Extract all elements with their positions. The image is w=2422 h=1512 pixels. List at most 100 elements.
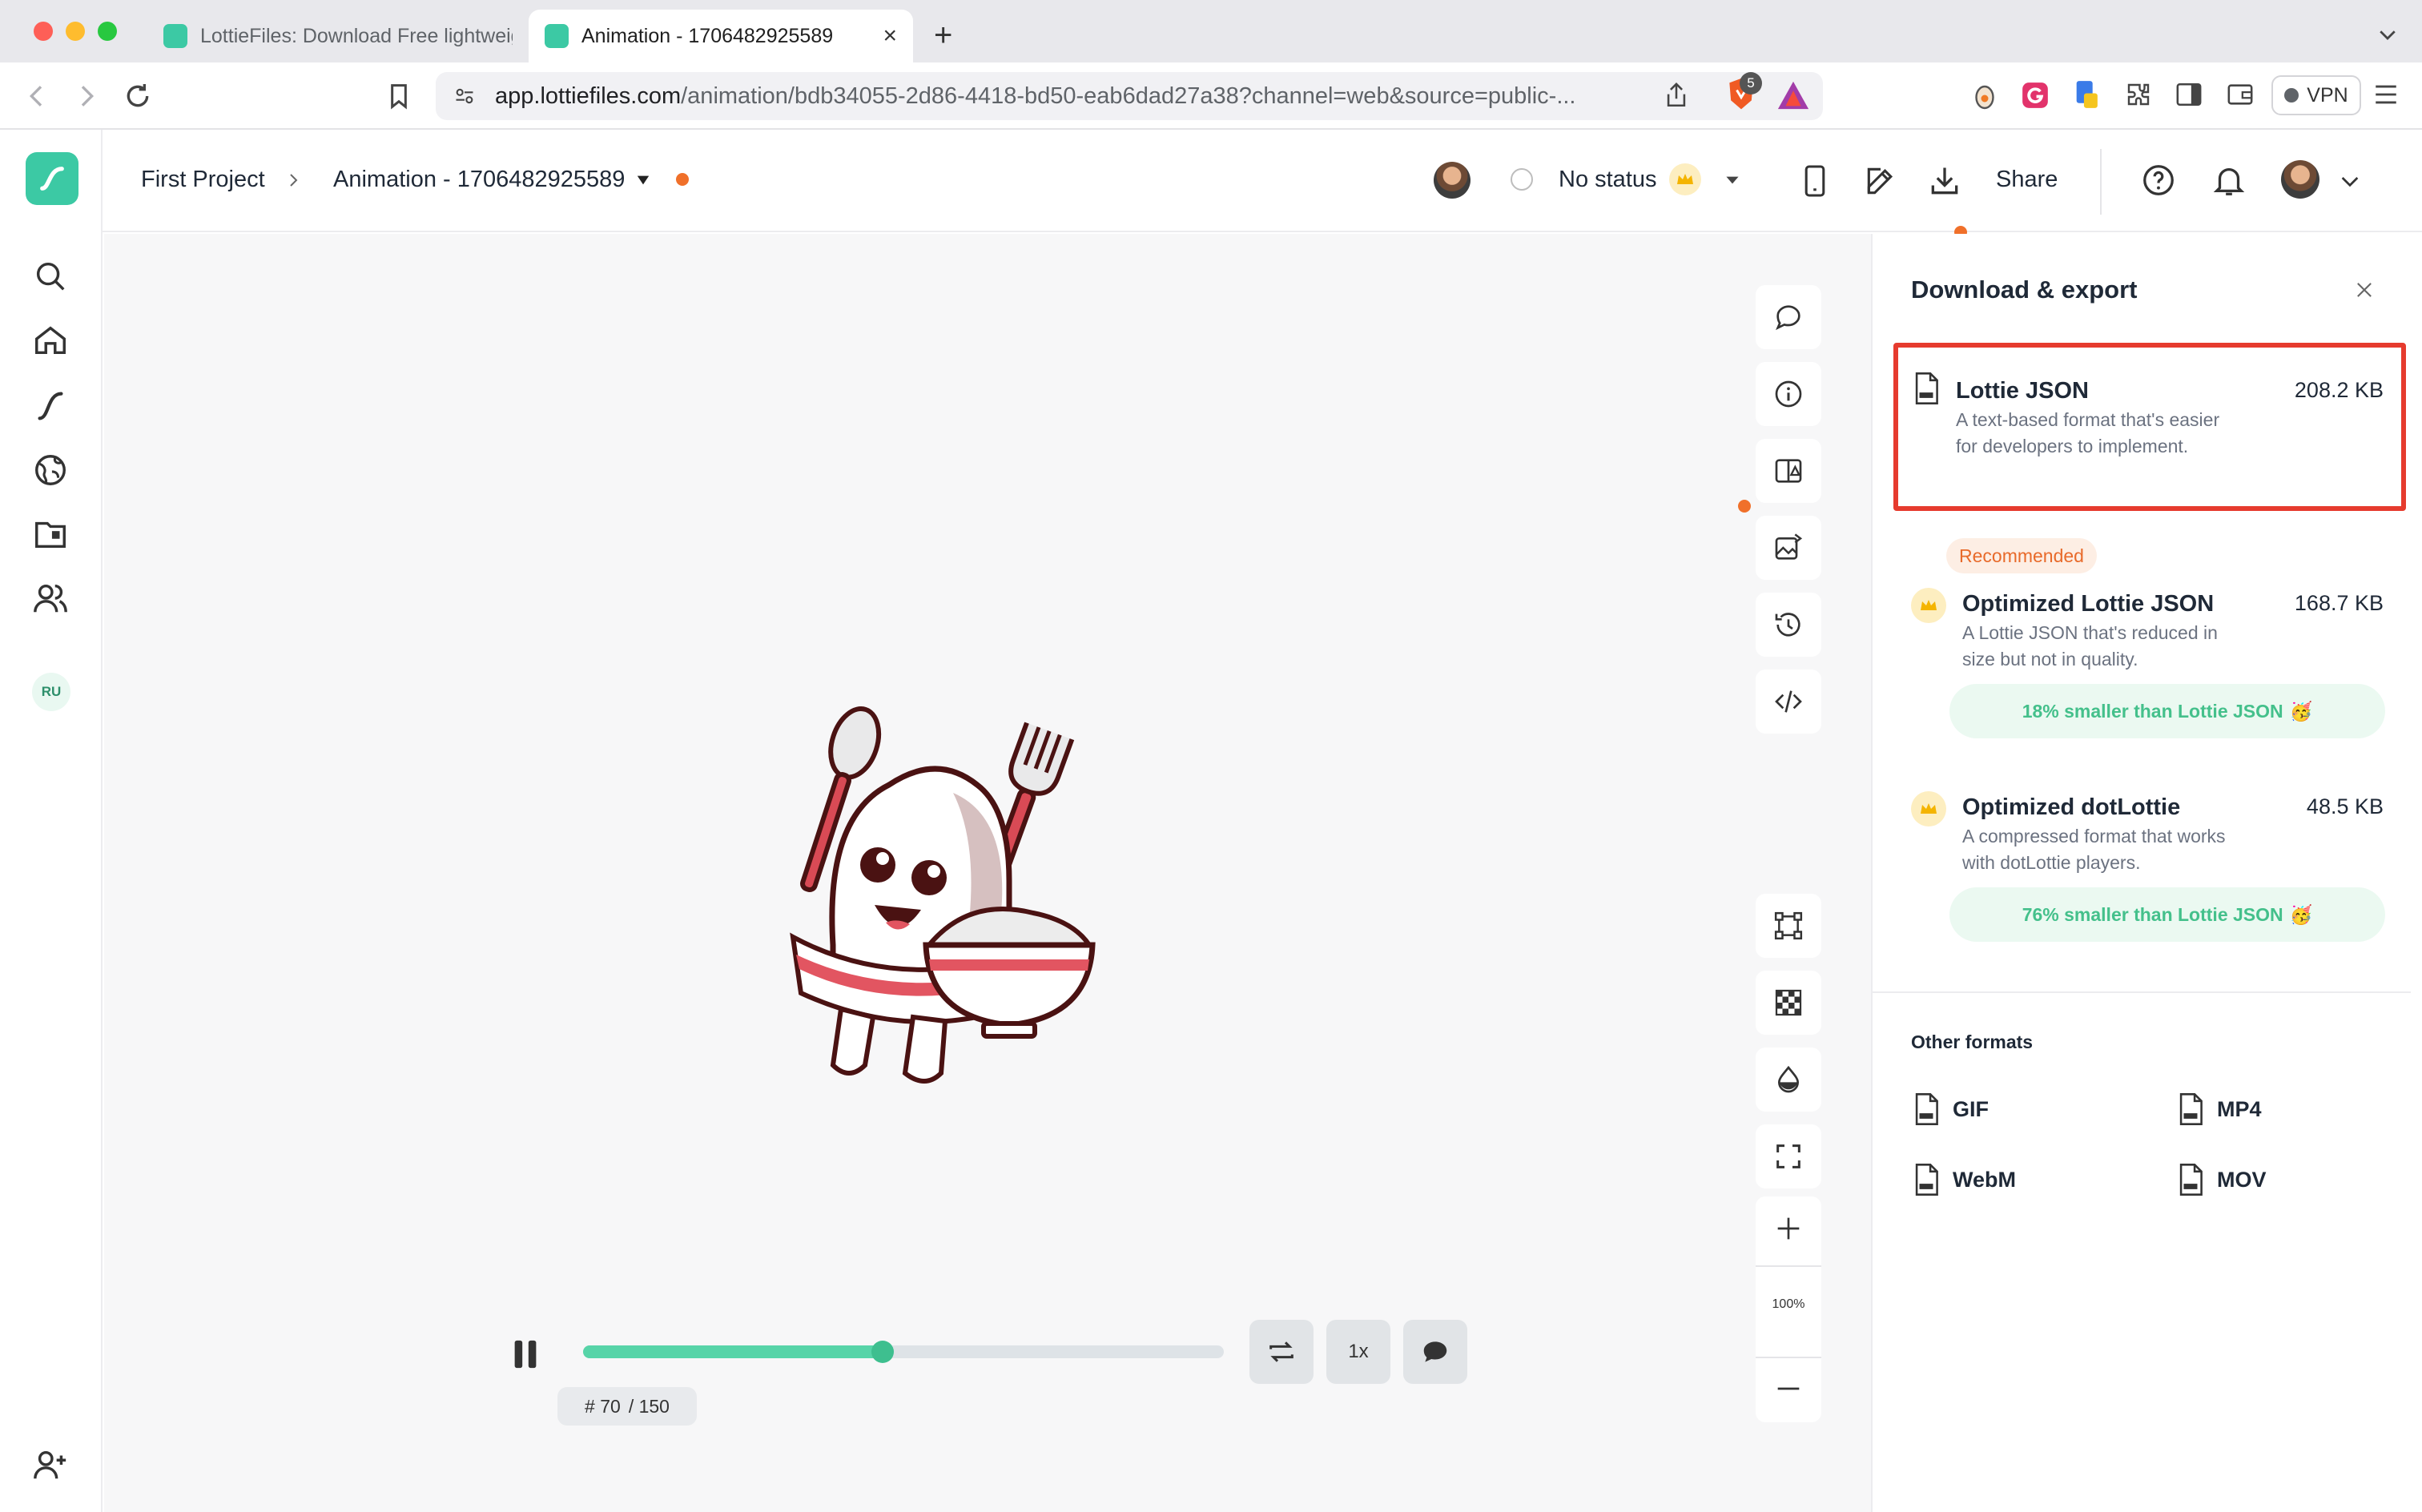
version-history-tool-button[interactable] [1756,593,1821,657]
grammarly-extension-icon[interactable] [2020,80,2050,111]
tab-title: Animation - 1706482925589 [581,24,834,47]
bounding-box-tool-button[interactable] [1756,894,1821,958]
lottiefiles-favicon-icon [545,24,569,48]
tab-list-chevron-icon[interactable] [2376,22,2400,46]
url-host: app.lottiefiles.com [495,82,682,109]
download-icon[interactable] [1927,163,1962,199]
format-description: A compressed format that works with dotL… [1962,826,2226,873]
header-divider [2100,149,2102,215]
theming-tool-button[interactable] [1756,439,1821,503]
brave-rewards-icon[interactable] [1775,78,1812,112]
team-icon[interactable] [32,580,69,617]
format-option-mov[interactable]: MOV [2177,1163,2267,1196]
code-embed-tool-button[interactable] [1756,670,1821,734]
extensions-puzzle-icon[interactable] [2124,80,2153,109]
search-icon[interactable] [32,258,69,295]
status-dropdown-chevron-icon[interactable] [1722,171,1743,189]
bookmark-icon[interactable] [383,80,415,112]
folder-icon[interactable] [32,516,69,553]
sidebar-toggle-icon[interactable] [2175,82,2203,107]
webm-file-icon [1915,1164,1938,1196]
info-tool-button[interactable] [1756,362,1821,426]
fullscreen-tool-button[interactable] [1756,1124,1821,1188]
playback-scrubber-handle[interactable] [871,1341,894,1363]
edit-icon[interactable] [1863,163,1898,199]
panel-close-icon[interactable] [2353,279,2376,301]
speed-button[interactable]: 1x [1326,1320,1390,1384]
animation-preview-image [769,705,1113,1089]
pause-button[interactable] [509,1337,541,1371]
reload-icon[interactable] [122,80,154,112]
wallet-icon[interactable] [2227,82,2254,107]
url-field[interactable]: app.lottiefiles.com /animation/bdb34055-… [436,72,1823,120]
format-label: GIF [1953,1096,1989,1121]
window-close-button[interactable] [34,22,53,41]
zoom-level-label[interactable]: 100% [1756,1297,1821,1312]
back-arrow-icon[interactable] [21,80,53,112]
playback-progress-fill [583,1345,883,1358]
status-label[interactable]: No status [1559,167,1657,193]
format-option-webm[interactable]: WebM [1913,1163,2016,1196]
help-icon[interactable] [2140,162,2177,199]
comments-tool-button[interactable] [1756,285,1821,349]
extension-wallet-icon[interactable] [1970,80,1999,112]
format-description: A text-based format that's easier for de… [1956,409,2220,456]
zoom-controls: 100% [1756,1196,1821,1422]
site-settings-icon[interactable] [453,85,476,107]
celebration-emoji-icon: 🥳 [2289,700,2313,722]
vpn-label: VPN [2307,83,2348,107]
format-option-gif[interactable]: GIF [1913,1092,1989,1126]
window-zoom-button[interactable] [98,22,117,41]
tab-close-icon[interactable]: × [883,22,897,50]
transparency-grid-tool-button[interactable] [1756,971,1821,1035]
mobile-preview-icon[interactable] [1800,163,1829,199]
window-minimize-button[interactable] [66,22,85,41]
format-name-lottie-json[interactable]: Lottie JSON [1956,378,2089,404]
globe-icon[interactable] [32,452,69,489]
premium-crown-icon [1911,588,1946,623]
background-color-tool-button[interactable] [1756,1048,1821,1112]
format-size: 48.5 KB [2306,794,2384,818]
collaborator-avatar[interactable] [1434,162,1470,199]
invite-user-icon[interactable] [32,1446,69,1483]
frame-counter[interactable]: # 70 / 150 [557,1387,697,1426]
comment-mode-button[interactable] [1403,1320,1467,1384]
loop-button[interactable] [1249,1320,1314,1384]
vpn-button[interactable]: VPN [2271,75,2361,115]
new-tab-button[interactable]: + [934,19,952,51]
format-size: 168.7 KB [2294,591,2384,615]
image-replace-tool-button[interactable] [1756,516,1821,580]
animations-icon[interactable] [32,388,69,424]
animation-menu-caret-icon[interactable] [634,173,652,187]
breadcrumb-project-link[interactable]: First Project [141,167,265,193]
recommended-badge: Recommended [1946,538,2097,573]
home-icon[interactable] [32,322,69,359]
browser-tab-animation[interactable]: Animation - 1706482925589 × [529,10,913,62]
notifications-bell-icon[interactable] [2211,162,2247,199]
format-name-optimized-lottie-json[interactable]: Optimized Lottie JSON [1962,591,2214,617]
zoom-in-icon[interactable] [1772,1212,1804,1245]
share-button[interactable]: Share [1996,167,2058,193]
user-avatar[interactable] [2281,160,2319,199]
format-size: 208.2 KB [2294,378,2384,402]
share-page-icon[interactable] [1663,80,1690,111]
format-option-mp4[interactable]: MP4 [2177,1092,2262,1126]
workspace-avatar[interactable]: RU [32,673,70,711]
account-chevron-down-icon[interactable] [2337,170,2363,192]
format-description: A Lottie JSON that's reduced in size but… [1962,622,2218,670]
browser-tab-lottiefiles[interactable]: LottieFiles: Download Free lightweight a… [147,10,529,62]
browser-menu-icon[interactable] [2372,82,2400,107]
tab-title: LottieFiles: Download Free lightweight a… [200,24,513,47]
animation-name[interactable]: Animation - 1706482925589 [333,167,625,193]
zoom-separator [1756,1357,1821,1358]
format-name-optimized-dotlottie[interactable]: Optimized dotLottie [1962,794,2180,821]
status-circle-icon[interactable] [1511,168,1533,191]
celebration-emoji-icon: 🥳 [2289,903,2313,925]
forward-arrow-icon[interactable] [70,80,103,112]
translate-extension-icon[interactable] [2071,78,2102,111]
mov-file-icon [2179,1164,2203,1196]
savings-badge: 76% smaller than Lottie JSON 🥳 [1949,887,2385,942]
vpn-status-icon [2284,88,2299,103]
lottiefiles-logo-icon[interactable] [26,152,78,205]
zoom-out-icon[interactable] [1772,1373,1804,1405]
